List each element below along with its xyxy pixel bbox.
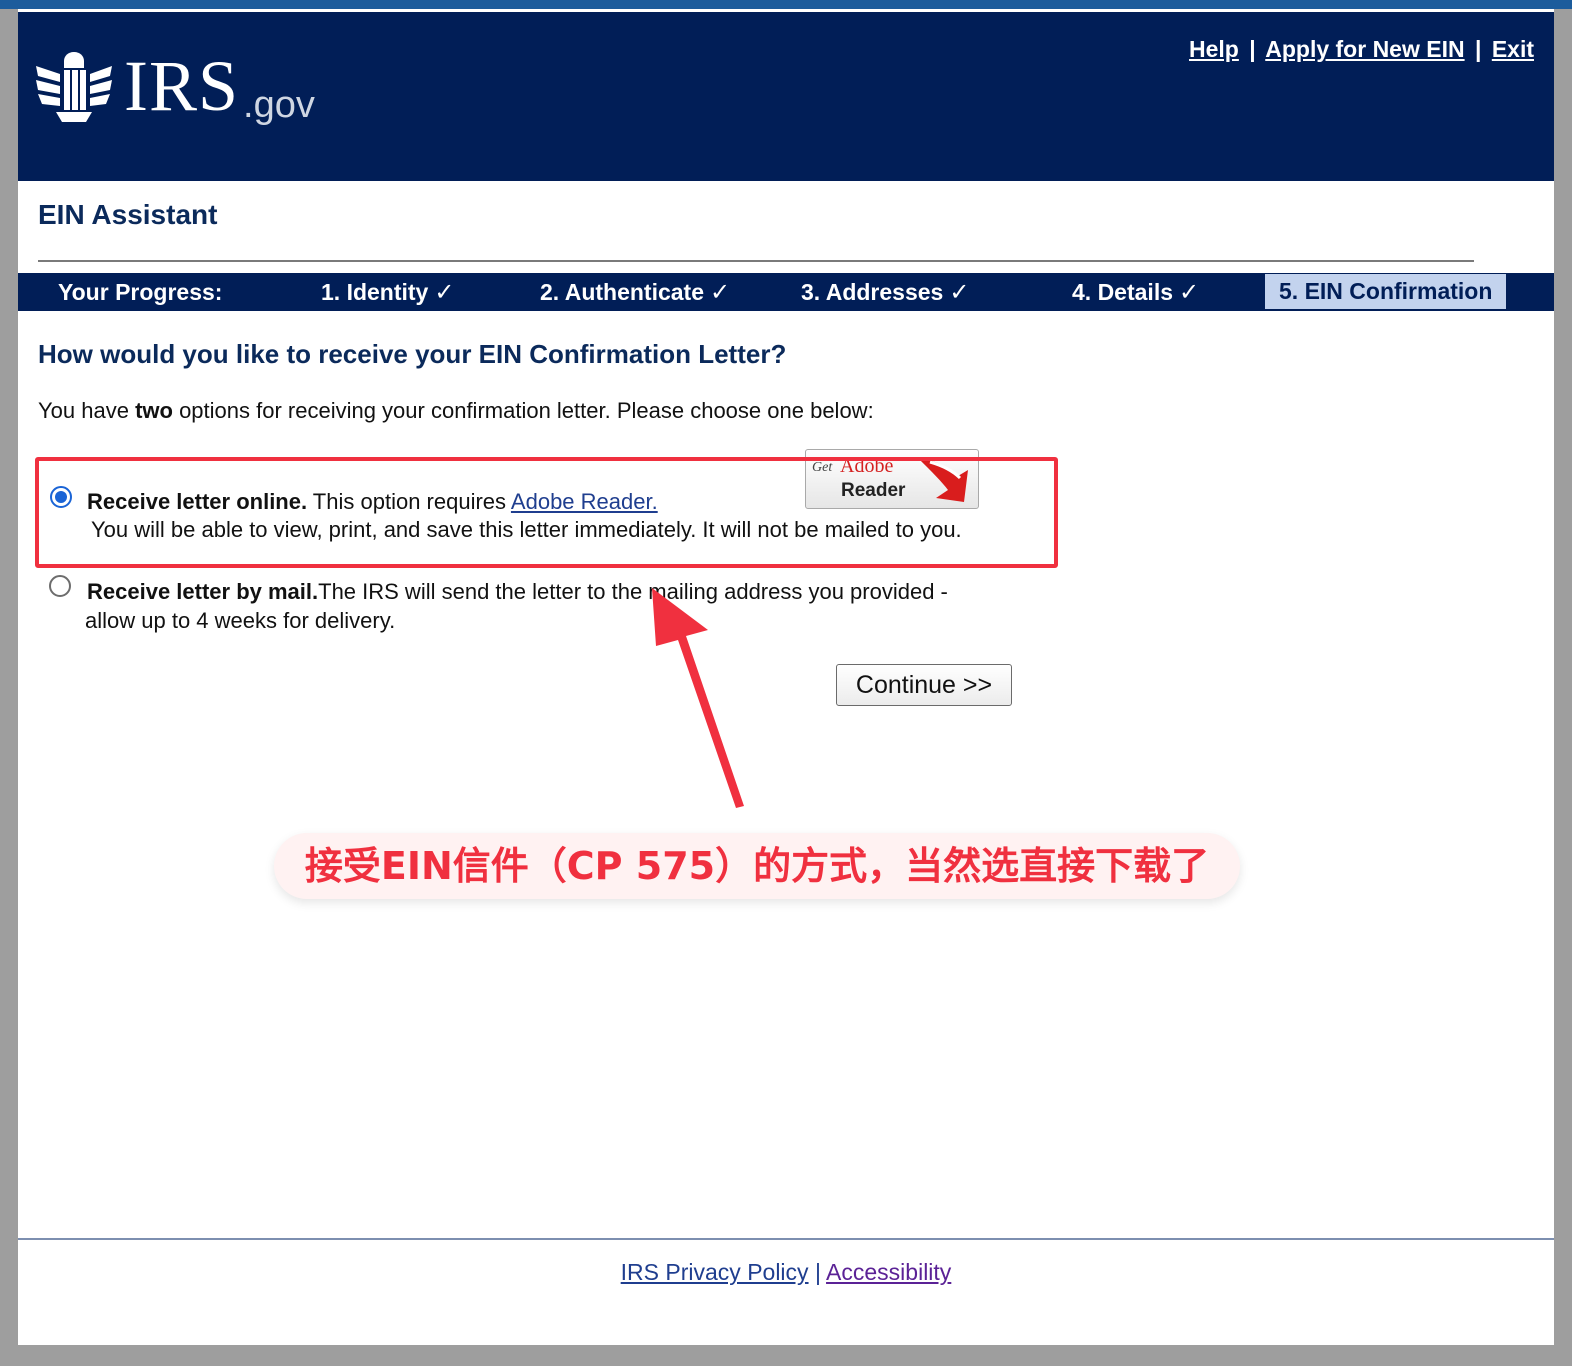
option-title: Receive letter by mail. [87,579,319,604]
intro-text-part: options for receiving your confirmation … [172,398,874,423]
page-question: How would you like to receive your EIN C… [38,339,787,369]
step-label: 2. Authenticate [540,279,705,305]
accessibility-link[interactable]: Accessibility [826,1259,951,1285]
progress-step-identity: 1. Identity ✓ [321,273,454,311]
progress-bar: Your Progress: 1. Identity ✓ 2. Authentic… [18,273,1554,311]
apply-new-ein-link[interactable]: Apply for New EIN [1265,36,1464,62]
receive-by-mail-option: Receive letter by mail.The IRS will send… [87,577,948,606]
receive-by-mail-description: allow up to 4 weeks for delivery. [85,608,396,633]
help-link[interactable]: Help [1189,36,1239,62]
progress-step-addresses: 3. Addresses ✓ [801,273,969,311]
annotation-arrow-icon [652,588,744,808]
checkmark-icon: ✓ [434,279,455,306]
checkmark-icon: ✓ [949,279,970,306]
checkmark-icon: ✓ [710,279,731,306]
intro-text: You have two options for receiving your … [38,398,874,424]
progress-step-authenticate: 2. Authenticate ✓ [540,273,730,311]
footer-divider [18,1238,1554,1240]
logo-gov-text: .gov [243,84,315,126]
progress-step-ein-confirmation: 5. EIN Confirmation [1265,274,1507,309]
separator: | [1474,36,1482,62]
separator: | [814,1259,821,1285]
masthead: IRS .gov Help | Apply for New EIN | Exit [18,12,1554,181]
annotation-highlight-box [35,457,1058,568]
footer-links: IRS Privacy Policy | Accessibility [18,1259,1554,1286]
receive-by-mail-radio[interactable] [49,575,71,597]
checkmark-icon: ✓ [1179,279,1200,306]
exit-link[interactable]: Exit [1492,36,1534,62]
step-label: 3. Addresses [801,279,944,305]
progress-step-details: 4. Details ✓ [1072,273,1199,311]
privacy-policy-link[interactable]: IRS Privacy Policy [621,1259,809,1285]
logo-irs-text: IRS [124,46,240,126]
eagle-emblem-icon [36,52,112,122]
divider [38,260,1474,262]
option-text: The IRS will send the letter to the mail… [318,579,948,604]
irs-logo[interactable]: IRS .gov [34,46,315,128]
intro-text-part: You have [38,398,136,423]
annotation-caption: 接受EIN信件（CP 575）的方式，当然选直接下载了 [274,833,1240,899]
page: IRS .gov Help | Apply for New EIN | Exit… [18,9,1554,1345]
separator: | [1249,36,1256,62]
step-label: 4. Details [1072,279,1173,305]
app-title: EIN Assistant [38,199,218,230]
intro-bold: two [135,398,173,423]
utility-links: Help | Apply for New EIN | Exit [1189,36,1534,63]
step-label: 1. Identity [321,279,429,305]
window-top-strip [0,0,1572,9]
progress-label: Your Progress: [58,279,223,305]
continue-button[interactable]: Continue >> [836,664,1012,706]
